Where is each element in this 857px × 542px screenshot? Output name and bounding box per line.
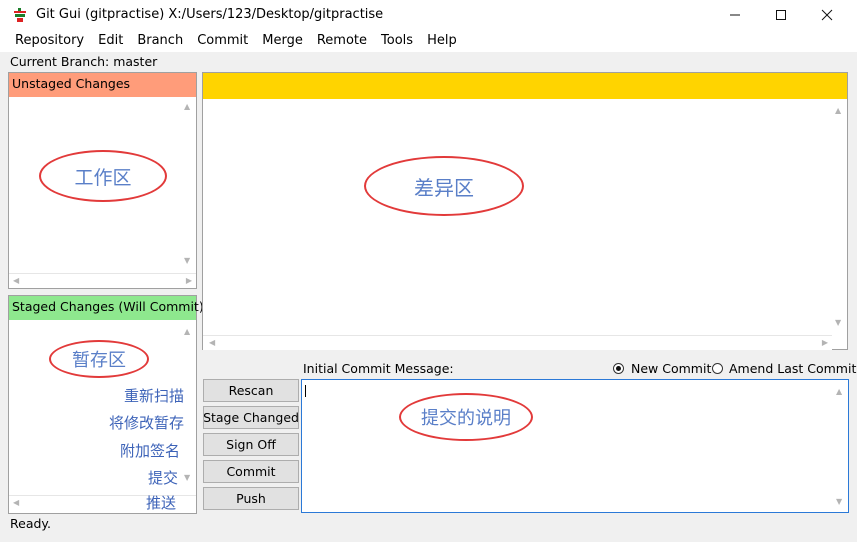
menu-bar: Repository Edit Branch Commit Merge Remo… [0,30,857,52]
menu-repository[interactable]: Repository [0,30,91,52]
scroll-left-icon: ◀ [13,498,20,507]
unstaged-changes-panel[interactable]: Unstaged Changes ▲ ▼ ◀ ▶ 工作区 [8,72,197,289]
unstaged-changes-header: Unstaged Changes [9,73,196,97]
menu-branch[interactable]: Branch [130,30,190,52]
scroll-up-icon: ▲ [835,106,842,115]
diff-horizontal-scrollbar[interactable]: ◀ ▶ [203,335,832,350]
scroll-left-icon: ◀ [209,338,216,347]
current-branch-label: Current Branch: master [10,54,158,69]
close-icon [821,9,833,21]
label-rescan-cn: 重新扫描 [123,387,184,405]
staged-changes-header: Staged Changes (Will Commit) [9,296,204,320]
close-button[interactable] [804,0,850,30]
status-bar: Ready. [10,516,51,531]
commit-message-scrollbar[interactable]: ▲ ▼ [833,380,848,512]
menu-tools[interactable]: Tools [374,30,420,52]
label-commit-cn: 提交 [147,469,178,487]
window-title: Git Gui (gitpractise) X:/Users/123/Deskt… [36,7,384,22]
amend-last-commit-radio[interactable] [712,363,723,374]
menu-remote[interactable]: Remote [310,30,374,52]
unstaged-horizontal-scrollbar[interactable]: ◀ ▶ [9,273,196,288]
label-sign-off-cn: 附加签名 [119,442,180,460]
scroll-down-icon: ▼ [184,256,191,265]
scroll-down-icon: ▼ [835,318,842,327]
maximize-icon [776,10,786,20]
diff-vertical-scrollbar[interactable]: ▲ ▼ [832,99,847,335]
commit-button[interactable]: Commit [203,460,299,483]
scroll-right-icon: ▶ [185,276,192,285]
menu-edit[interactable]: Edit [91,30,130,52]
scroll-left-icon: ◀ [13,276,20,285]
scroll-down-icon: ▼ [836,497,843,506]
minimize-button[interactable] [712,0,758,30]
new-commit-label[interactable]: New Commit [631,361,711,376]
menu-commit[interactable]: Commit [190,30,255,52]
commit-message-label: Initial Commit Message: [303,361,454,376]
annotation-working-area: 工作区 [39,150,167,202]
rescan-button[interactable]: Rescan [203,379,299,402]
menu-merge[interactable]: Merge [255,30,310,52]
staged-vertical-scrollbar[interactable]: ▲ ▼ [181,320,196,496]
annotation-commit-description: 提交的说明 [399,393,533,441]
menu-help[interactable]: Help [420,30,464,52]
push-button[interactable]: Push [203,487,299,510]
unstaged-vertical-scrollbar[interactable]: ▲ ▼ [181,97,196,273]
amend-last-commit-label[interactable]: Amend Last Commit [729,361,856,376]
maximize-button[interactable] [758,0,804,30]
diff-panel[interactable]: ▲ ▼ ◀ ▶ 差异区 [202,72,848,350]
scroll-right-icon: ▶ [821,338,828,347]
stage-changed-button[interactable]: Stage Changed [203,406,299,429]
text-cursor [305,385,306,397]
scroll-up-icon: ▲ [184,102,191,111]
new-commit-radio[interactable] [613,363,624,374]
scroll-up-icon: ▲ [184,327,191,336]
diff-header [203,73,847,99]
label-stage-changed-cn: 将修改暂存 [108,414,184,432]
label-push-cn: 推送 [145,494,176,512]
scroll-up-icon: ▲ [836,387,843,396]
git-gui-icon [14,8,26,22]
staged-changes-panel[interactable]: Staged Changes (Will Commit) ▲ ▼ ◀ 暂存区 重… [8,295,204,514]
scroll-down-icon: ▼ [184,473,191,482]
commit-message-input[interactable]: ▲ ▼ 提交的说明 [301,379,849,513]
minimize-icon [730,14,740,16]
sign-off-button[interactable]: Sign Off [203,433,299,456]
annotation-staging-area: 暂存区 [49,340,149,378]
annotation-diff-area: 差异区 [364,156,524,216]
